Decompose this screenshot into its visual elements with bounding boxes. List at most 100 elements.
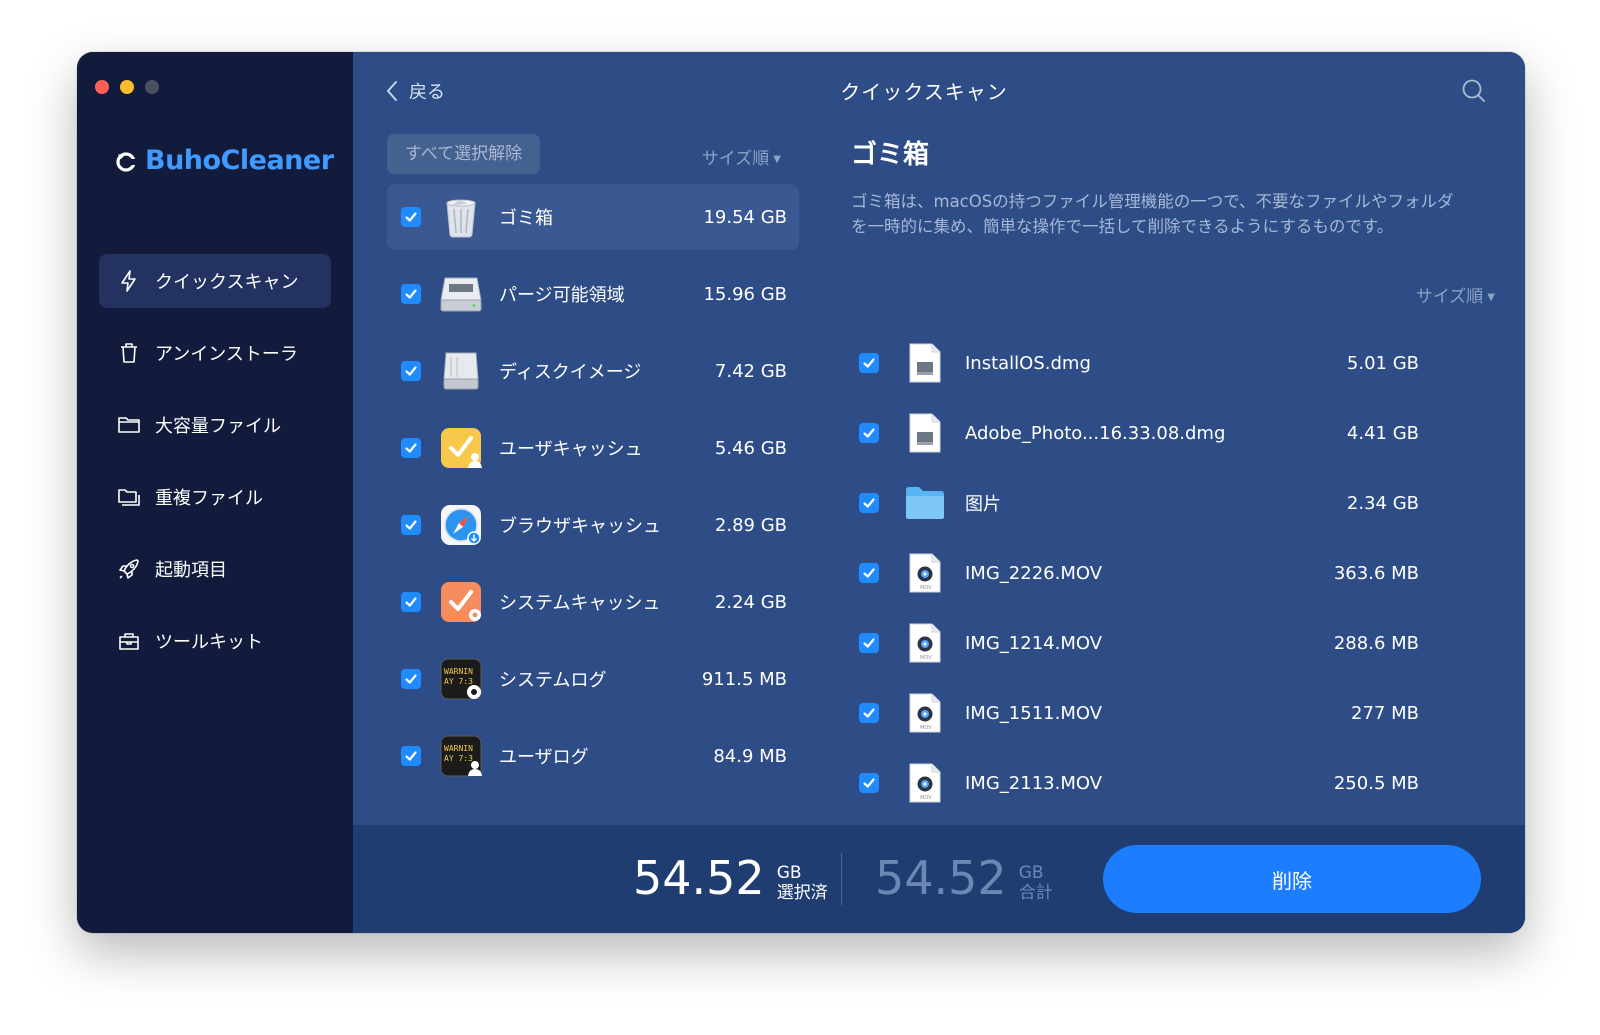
file-checkbox[interactable] [859, 703, 879, 723]
file-size: 363.6 MB [1333, 562, 1419, 584]
file-row[interactable]: MOV IMG_1511.MOV 277 MB [851, 678, 1431, 748]
disk-image-icon [439, 349, 483, 393]
file-checkbox[interactable] [859, 563, 879, 583]
file-list: InstallOS.dmg 5.01 GB Adobe_Photo...16.33.… [851, 328, 1431, 818]
file-row[interactable]: Adobe_Photo...16.33.08.dmg 4.41 GB [851, 398, 1431, 468]
file-size: 288.6 MB [1333, 632, 1419, 654]
file-sort-dropdown[interactable]: サイズ順 ▼ [1416, 282, 1495, 307]
sort-label: サイズ順 [1415, 287, 1484, 307]
file-checkbox[interactable] [859, 493, 879, 513]
buho-logo-icon [116, 151, 137, 172]
zoom-window-button[interactable] [145, 80, 159, 94]
sidebar-nav: クイックスキャン アンインストーラ 大容量ファイル 重複ファイル 起動項目 ツー… [99, 254, 331, 686]
mov-file-icon: MOV [903, 761, 947, 805]
footer-bar: 54.52 GB 選択済 54.52 GB 合計 削除 [353, 825, 1525, 933]
category-checkbox[interactable] [401, 592, 421, 612]
category-row[interactable]: ユーザキャッシュ 5.46 GB [387, 415, 799, 481]
category-name: システムログ [499, 670, 607, 691]
sidebar-item-label: 大容量ファイル [155, 416, 281, 437]
category-row[interactable]: システムキャッシュ 2.24 GB [387, 569, 799, 635]
detail-description: ゴミ箱は、macOSの持つファイル管理機能の一つで、不要なファイルやフォルダを一… [851, 192, 1454, 236]
category-pane: すべて選択解除 サイズ順 ▼ ゴミ箱 19.54 GB パージ可能領域 15.96 GB… [387, 134, 799, 800]
file-row[interactable]: InstallOS.dmg 5.01 GB [851, 328, 1431, 398]
mov-file-icon: MOV [903, 621, 947, 665]
category-sort-dropdown[interactable]: サイズ順 ▼ [702, 144, 781, 169]
category-name: パージ可能領域 [499, 285, 625, 306]
system-cache-icon [439, 580, 483, 624]
category-size: 2.24 GB [714, 591, 787, 613]
sidebar-item-label: ツールキット [155, 632, 263, 653]
file-size: 277 MB [1351, 702, 1419, 724]
detail-pane: ゴミ箱 ゴミ箱は、macOSの持つファイル管理機能の一つで、不要なファイルやフォ… [851, 134, 1495, 803]
sidebar-item-label: 起動項目 [155, 560, 227, 581]
file-row[interactable]: MOV IMG_2113.MOV 250.5 MB [851, 748, 1431, 818]
page-title: クイックスキャン [840, 80, 1008, 104]
sidebar-item-uninstaller[interactable]: アンインストーラ [99, 326, 331, 380]
file-row[interactable]: MOV IMG_2226.MOV 363.6 MB [851, 538, 1431, 608]
app-name: BuhoCleaner [145, 145, 334, 176]
hard-drive-icon [439, 272, 483, 316]
bolt-icon [121, 270, 136, 292]
svg-text:MOV: MOV [920, 585, 932, 591]
file-checkbox[interactable] [859, 773, 879, 793]
category-checkbox[interactable] [401, 515, 421, 535]
category-name: ブラウザキャッシュ [499, 516, 661, 537]
minimize-window-button[interactable] [120, 80, 134, 94]
search-icon[interactable] [1461, 78, 1487, 104]
duplicate-folder-icon [118, 489, 140, 506]
category-checkbox[interactable] [401, 746, 421, 766]
category-row[interactable]: ブラウザキャッシュ 2.89 GB [387, 492, 799, 558]
file-checkbox[interactable] [859, 633, 879, 653]
category-row[interactable]: パージ可能領域 15.96 GB [387, 261, 799, 327]
sidebar-item-duplicate-files[interactable]: 重複ファイル [99, 470, 331, 524]
category-name: ユーザログ [499, 747, 589, 768]
category-size: 19.54 GB [703, 206, 787, 228]
category-checkbox[interactable] [401, 361, 421, 381]
detail-title: ゴミ箱 [851, 140, 930, 170]
category-list: ゴミ箱 19.54 GB パージ可能領域 15.96 GB ディスクイメージ 7.42 G… [387, 184, 799, 789]
file-name: 图片 [965, 494, 1001, 515]
file-row[interactable]: 图片 2.34 GB [851, 468, 1431, 538]
file-name: InstallOS.dmg [965, 352, 1091, 374]
category-checkbox[interactable] [401, 669, 421, 689]
sidebar-item-label: アンインストーラ [155, 344, 298, 365]
sidebar-item-toolkit[interactable]: ツールキット [99, 614, 331, 668]
category-checkbox[interactable] [401, 284, 421, 304]
close-window-button[interactable] [95, 80, 109, 94]
category-name: ゴミ箱 [499, 208, 553, 229]
category-row[interactable]: ディスクイメージ 7.42 GB [387, 338, 799, 404]
footer-divider [841, 853, 842, 905]
selected-size: 54.52 GB 選択済 [633, 853, 828, 903]
svg-text:WARNIN: WARNIN [444, 667, 473, 676]
delete-button[interactable]: 削除 [1103, 845, 1481, 913]
category-size: 911.5 MB [701, 668, 787, 690]
file-row[interactable]: MOV IMG_1214.MOV 288.6 MB [851, 608, 1431, 678]
category-size: 84.9 MB [713, 745, 787, 767]
dmg-file-icon [903, 341, 947, 385]
file-checkbox[interactable] [859, 423, 879, 443]
category-checkbox[interactable] [401, 207, 421, 227]
sidebar-item-quick-scan[interactable]: クイックスキャン [99, 254, 331, 308]
svg-text:MOV: MOV [920, 725, 932, 731]
sidebar-item-large-files[interactable]: 大容量ファイル [99, 398, 331, 452]
category-row[interactable]: WARNIN AY 7:3 システムログ 911.5 MB [387, 646, 799, 712]
file-checkbox[interactable] [859, 353, 879, 373]
toolbox-icon [119, 633, 139, 650]
svg-text:AY 7:3: AY 7:3 [444, 677, 473, 686]
category-size: 5.46 GB [714, 437, 787, 459]
sidebar-item-startup-items[interactable]: 起動項目 [99, 542, 331, 596]
sort-label: サイズ順 [701, 149, 770, 169]
sidebar-item-label: 重複ファイル [155, 488, 263, 509]
category-row[interactable]: ゴミ箱 19.54 GB [387, 184, 799, 250]
category-row[interactable]: WARNIN AY 7:3 ユーザログ 84.9 MB [387, 723, 799, 789]
category-size: 2.89 GB [714, 514, 787, 536]
file-name: IMG_2226.MOV [965, 562, 1103, 584]
file-name: Adobe_Photo...16.33.08.dmg [965, 422, 1226, 444]
category-checkbox[interactable] [401, 438, 421, 458]
main-panel: 戻る クイックスキャン すべて選択解除 サイズ順 ▼ ゴミ箱 19.54 GB パージ… [353, 52, 1525, 933]
deselect-all-button[interactable]: すべて選択解除 [387, 134, 541, 174]
dmg-file-icon [903, 411, 947, 455]
user-log-icon: WARNIN AY 7:3 [439, 734, 483, 778]
svg-text:WARNIN: WARNIN [444, 744, 473, 753]
total-size: 54.52 GB 合計 [875, 853, 1053, 903]
